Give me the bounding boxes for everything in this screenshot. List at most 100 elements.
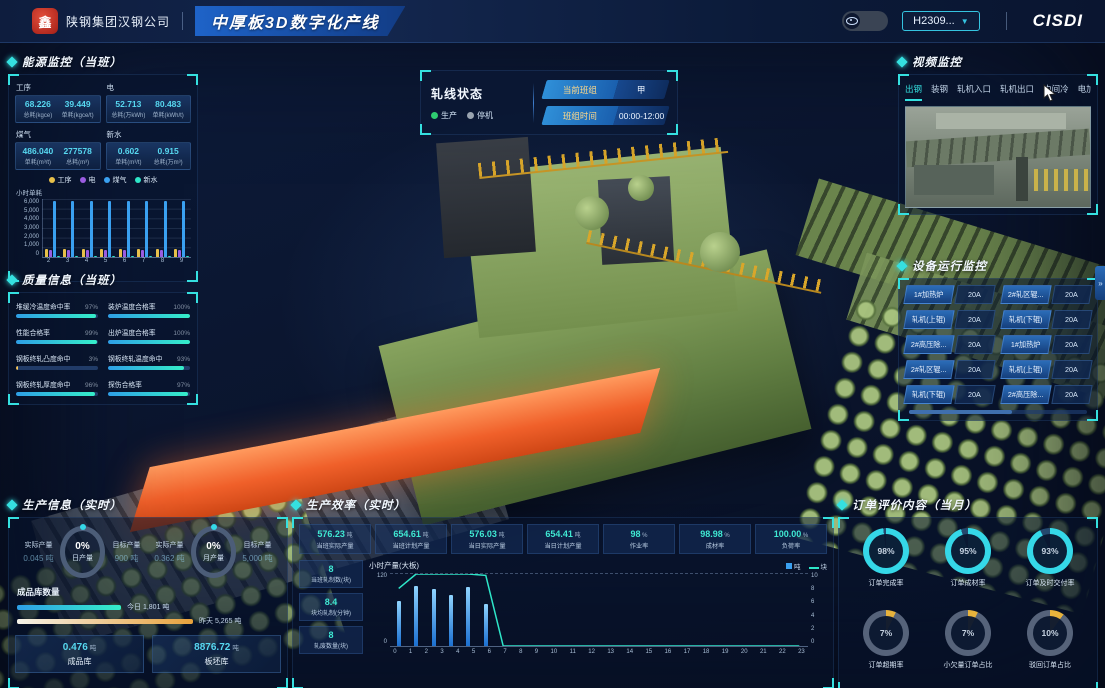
hour-tick: 7	[503, 649, 506, 655]
gauge-percent: 0%	[206, 541, 220, 552]
x-tick: 7	[142, 258, 145, 264]
equipment-name-button[interactable]: 2#高压除...	[1000, 385, 1052, 404]
order-donut: 7%	[945, 610, 991, 656]
order-donut: 93%	[1027, 528, 1073, 574]
line-status-title: 轧线状态	[431, 85, 523, 102]
header-divider	[1006, 12, 1007, 30]
bar	[174, 249, 177, 257]
bar	[90, 201, 93, 257]
video-tab-轧机出口[interactable]: 轧机出口	[1000, 83, 1034, 101]
equipment-scrollbar-thumb[interactable]	[909, 410, 1012, 414]
quality-label: 出炉温度合格率	[108, 327, 156, 337]
equipment-name-button[interactable]: 2#轧区辊...	[1000, 285, 1052, 304]
bar-legend-icon	[786, 563, 792, 569]
bar	[127, 201, 130, 257]
video-tab-出钢[interactable]: 出钢	[905, 83, 922, 101]
target-output-label: 目标产量	[105, 540, 148, 550]
right-tick: 10	[811, 573, 818, 579]
chevron-right-icon: »	[1098, 279, 1102, 288]
stat-value: 654.61 吨	[377, 529, 445, 539]
energy-card-title: 新水	[107, 129, 192, 140]
quality-bar-track	[108, 392, 190, 396]
bar	[53, 201, 56, 257]
bar	[149, 256, 152, 257]
equipment-row: 轧机(下辊)20A2#高压除...20A	[905, 385, 1091, 404]
cisdi-logo: CISDI	[1033, 11, 1083, 31]
video-tab-电加热[interactable]: 电加热	[1078, 83, 1091, 101]
quality-percent: 100%	[173, 330, 190, 337]
panel-diamond-icon	[6, 56, 17, 67]
equipment-name-button[interactable]: 轧机(上辊)	[1000, 360, 1052, 379]
equipment-name-button[interactable]: 轧机(下辊)	[903, 385, 955, 404]
actual-output-block: 实际产量0.045 吨	[17, 540, 60, 564]
line-legend-icon	[809, 567, 819, 569]
shift-info-pill: 班组时间00:00-12:00	[541, 106, 669, 125]
energy-card-values: 486.040单耗(m³/t)277578总耗(m³)	[15, 142, 101, 170]
hour-tick: 17	[684, 649, 691, 655]
order-gauge: 98%订单完成率	[845, 528, 927, 604]
stat-label: 负荷率	[757, 541, 825, 550]
panel-collapse-tab[interactable]: »	[1095, 266, 1105, 300]
side-stat-label: 块均轧制(分钟)	[301, 608, 361, 617]
stat-label: 当班计划产量	[377, 541, 445, 550]
equipment-name-button[interactable]: 2#高压除...	[903, 335, 955, 354]
x-axis: 01234567891011121314151617181920212223	[387, 649, 811, 655]
efficiency-panel-title: 生产效率（实时）	[306, 497, 406, 513]
equipment-value: 20A	[955, 360, 996, 379]
hour-tick: 15	[645, 649, 652, 655]
bar-group	[82, 199, 97, 257]
x-tick: 2	[47, 258, 50, 264]
bar	[94, 256, 97, 257]
line-series	[390, 574, 808, 646]
shift-info-value: 00:00-12:00	[613, 106, 669, 125]
equipment-value: 20A	[1052, 360, 1093, 379]
video-tab-轧机入口[interactable]: 轧机入口	[957, 83, 991, 101]
x-tick: 9	[180, 258, 183, 264]
eye-icon	[844, 13, 860, 29]
equipment-name-button[interactable]: 1#加热炉	[1000, 335, 1052, 354]
page-title-banner: 中厚板3D数字化产线	[195, 6, 405, 36]
bar	[45, 249, 48, 257]
side-stat-label: 当班轧制数(块)	[301, 575, 361, 584]
energy-monitor-panel: 能源监控（当班） 工序68.226总耗(kgce)39.449单耗(kgce/t…	[8, 54, 198, 282]
equipment-name-button[interactable]: 2#轧区辊...	[903, 360, 955, 379]
stat-value: 576.23 吨	[301, 529, 369, 539]
equipment-name-button[interactable]: 轧机(下辊)	[1000, 310, 1052, 329]
visibility-toggle[interactable]	[842, 11, 888, 31]
efficiency-stat: 98.98 %成材率	[679, 524, 751, 554]
status-legend-label: 停机	[477, 110, 493, 121]
equipment-name-button[interactable]: 1#加热炉	[903, 285, 955, 304]
efficiency-stat: 654.61 吨当班计划产量	[375, 524, 447, 554]
energy-value: 0.602	[109, 146, 149, 156]
hour-tick: 2	[425, 649, 428, 655]
store-title: 成品库数量	[17, 586, 281, 598]
stat-label: 作业率	[605, 541, 673, 550]
equipment-name-button[interactable]: 轧机(上辊)	[903, 310, 955, 329]
legend-dot-icon	[135, 177, 141, 183]
header-divider	[182, 12, 183, 30]
output-gauge: 0%月产量	[191, 526, 236, 578]
company-logo: 鑫	[32, 8, 58, 34]
equipment-value: 20A	[1052, 335, 1093, 354]
order-gauge-label: 订单超期率	[869, 660, 904, 670]
video-monitor-panel: 视频监控 出钢装钢轧机入口轧机出口中间冷电加热	[898, 54, 1098, 215]
output-gauge: 0%日产量	[60, 526, 105, 578]
bar-group	[156, 199, 171, 257]
video-tab-装钢[interactable]: 装钢	[931, 83, 948, 101]
gauge-dot	[211, 524, 217, 530]
quality-bar-fill	[16, 366, 18, 370]
panel-diamond-icon	[836, 499, 847, 510]
order-evaluation-panel: 订单评价内容（当月） 98%订单完成率95%订单成材率93%订单及时交付率7%订…	[838, 497, 1098, 688]
energy-value: 52.713	[109, 99, 149, 109]
legend-dot-icon	[80, 177, 86, 183]
x-tick: 6	[123, 258, 126, 264]
chart-legend-item: 块	[809, 561, 828, 571]
energy-value-label: 总耗(万kWh)	[109, 110, 149, 119]
order-gauge: 7%订单超期率	[845, 610, 927, 686]
heat-number-dropdown[interactable]: H2309... ▼	[902, 11, 980, 31]
x-tick: 8	[161, 258, 164, 264]
gauge-percent: 0%	[75, 541, 89, 552]
quality-item: 钢板终轧温度命中93%	[108, 353, 190, 370]
shift-info-value: 甲	[613, 80, 669, 99]
quality-item: 钢板终轧凸度命中3%	[16, 353, 98, 370]
